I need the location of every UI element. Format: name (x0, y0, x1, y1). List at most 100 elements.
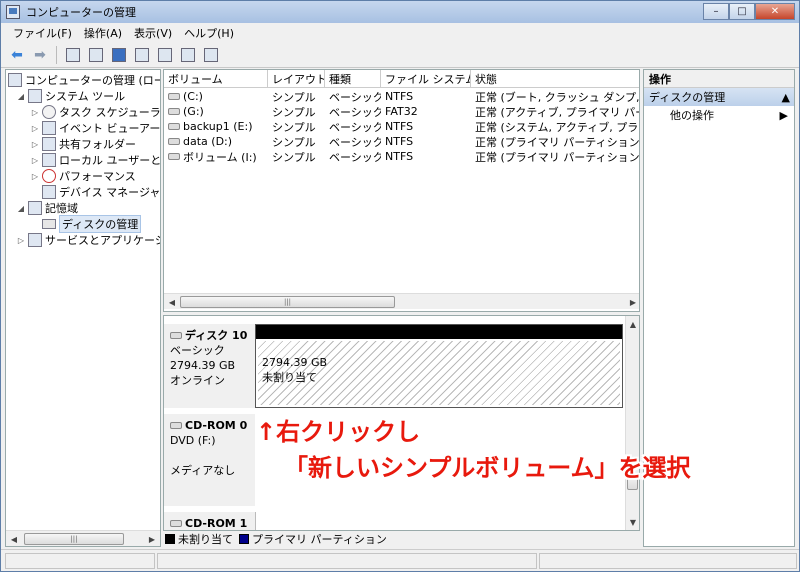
disk-name: ディスク 10 (185, 329, 248, 342)
forward-arrow-icon: ➡ (34, 46, 46, 63)
back-button[interactable]: ⬅ (7, 45, 27, 65)
table-row[interactable]: ボリューム (I:) シンプル ベーシック NTFS 正常 (プライマリ パーテ… (164, 149, 639, 164)
tree-item-storage[interactable]: ◢ 記憶域 (16, 200, 78, 216)
help-icon (112, 47, 126, 62)
toolbar: ⬅ ➡ (1, 42, 799, 68)
tree-item-services[interactable]: ▷ サービスとアプリケーショ (16, 232, 160, 248)
table-row[interactable]: data (D:) シンプル ベーシック NTFS 正常 (プライマリ パーティ… (164, 134, 640, 149)
cell-filesystem: NTFS (385, 120, 414, 133)
tree-item-device-manager[interactable]: デバイス マネージャー (42, 184, 160, 200)
cell-volume: ボリューム (I:) (183, 150, 257, 164)
actions-header: 操作 (644, 70, 794, 88)
volume-icon (168, 138, 180, 145)
tree-item-root[interactable]: コンピューターの管理 (ローカ (8, 72, 160, 88)
scroll-right-icon[interactable]: ▶ (144, 531, 160, 546)
menu-help[interactable]: ヘルプ(H) (178, 25, 240, 41)
performance-icon (42, 169, 56, 183)
expand-arrow-icon[interactable]: ▷ (30, 108, 40, 117)
tree-item-shared-folders[interactable]: ▷ 共有フォルダー (30, 136, 136, 152)
menu-bar: ファイル(F) 操作(A) 表示(V) ヘルプ(H) (1, 23, 799, 42)
table-row[interactable]: backup1 (E:) シンプル ベーシック NTFS 正常 (システム, ア… (164, 119, 639, 134)
disk-view-vertical-scrollbar[interactable]: ▲ ▼ (625, 316, 639, 530)
disk-10-info[interactable]: ディスク 10 ベーシック 2794.39 GB オンライン (164, 324, 256, 408)
collapse-up-icon[interactable]: ▲ (782, 91, 790, 104)
tree-item-event-viewer[interactable]: ▷ イベント ビューアー (30, 120, 160, 136)
scroll-thumb[interactable]: ||| (24, 533, 124, 545)
annotation-right-click: ↑右クリックし (256, 418, 421, 446)
cell-layout: シンプル (272, 135, 316, 149)
tools-icon (28, 89, 42, 103)
menu-action[interactable]: 操作(A) (78, 25, 128, 41)
show-tree-button[interactable] (86, 45, 106, 65)
cell-status: 正常 (システム, アクティブ, プライマ (475, 120, 639, 134)
cdrom-drive: DVD (F:) (170, 434, 216, 447)
maximize-button[interactable]: □ (729, 3, 755, 20)
collapse-arrow-icon[interactable]: ◢ (16, 204, 26, 213)
table-row[interactable]: (C:) シンプル ベーシック NTFS 正常 (ブート, クラッシュ ダンプ,… (164, 89, 640, 104)
volume-icon (168, 123, 180, 130)
menu-view[interactable]: 表示(V) (128, 25, 178, 41)
column-header-filesystem[interactable]: ファイル システム (381, 70, 471, 88)
expand-arrow-icon[interactable]: ▷ (16, 236, 26, 245)
status-section (5, 553, 155, 569)
help-button[interactable] (109, 45, 129, 65)
refresh-button[interactable] (201, 45, 221, 65)
tree-item-disk-management[interactable]: ディスクの管理 (42, 215, 142, 233)
scroll-right-icon[interactable]: ▶ (625, 294, 639, 310)
scroll-thumb[interactable]: ||| (180, 296, 395, 308)
up-folder-button[interactable] (63, 45, 83, 65)
event-viewer-icon (42, 121, 56, 135)
export-button[interactable] (178, 45, 198, 65)
tree-item-system-tools[interactable]: ◢ システム ツール (16, 88, 125, 104)
expand-arrow-icon[interactable]: ▷ (30, 140, 40, 149)
volume-list-header: ボリューム レイアウト 種類 ファイル システム 状態 (164, 70, 639, 88)
clock-icon (42, 105, 56, 119)
actions-section-disk-management[interactable]: ディスクの管理 ▲ (644, 88, 794, 106)
expand-arrow-icon[interactable]: ▷ (30, 172, 40, 181)
disk-icon (170, 332, 182, 339)
cell-status: 正常 (プライマリ パーティション) (475, 135, 640, 149)
expand-arrow-icon[interactable]: ▷ (30, 124, 40, 133)
cell-type: ベーシック (329, 150, 381, 164)
cdrom-1-info[interactable]: CD-ROM 1 (164, 512, 256, 530)
tree-horizontal-scrollbar[interactable]: ◀ ||| ▶ (6, 530, 160, 546)
scroll-down-icon[interactable]: ▼ (625, 514, 639, 530)
column-header-volume[interactable]: ボリューム (164, 70, 268, 88)
scroll-left-icon[interactable]: ◀ (6, 531, 22, 546)
unallocated-partition[interactable]: 2794.39 GB 未割り当て (255, 324, 623, 408)
tree-label: イベント ビューアー (59, 122, 161, 135)
properties-button[interactable] (155, 45, 175, 65)
partition-label: 未割り当て (262, 371, 317, 384)
expand-arrow-icon[interactable]: ▷ (30, 156, 40, 165)
refresh-icon (204, 47, 218, 62)
volume-list: ボリューム レイアウト 種類 ファイル システム 状態 (C:) シンプル ベー… (163, 69, 640, 312)
volume-list-horizontal-scrollbar[interactable]: ◀ ||| ▶ (164, 293, 639, 310)
menu-file[interactable]: ファイル(F) (7, 25, 78, 41)
disk-status: オンライン (170, 374, 225, 387)
column-header-type[interactable]: 種類 (325, 70, 381, 88)
tree-item-task-scheduler[interactable]: ▷ タスク スケジューラ (30, 104, 160, 120)
partition-body[interactable]: 2794.39 GB 未割り当て (258, 341, 620, 405)
title-bar[interactable]: コンピューターの管理 – □ ✕ (1, 1, 799, 23)
cdrom-icon (170, 520, 182, 527)
close-button[interactable]: ✕ (755, 3, 795, 20)
volume-icon (168, 108, 180, 115)
column-header-status[interactable]: 状態 (471, 70, 639, 88)
scroll-left-icon[interactable]: ◀ (164, 294, 180, 310)
properties-icon (158, 47, 172, 62)
primary-partition-swatch (239, 534, 249, 544)
column-header-layout[interactable]: レイアウト (268, 70, 325, 88)
table-row[interactable]: (G:) シンプル ベーシック FAT32 正常 (アクティブ, プライマリ パ… (164, 104, 639, 119)
scroll-up-icon[interactable]: ▲ (625, 316, 639, 332)
cell-status: 正常 (ブート, クラッシュ ダンプ, プラ (475, 90, 640, 104)
annotation-select-new-simple-volume: 「新しいシンプルボリューム」を選択 (284, 454, 691, 482)
other-actions-item[interactable]: 他の操作 ▶ (644, 106, 794, 124)
show-action-pane-button[interactable] (132, 45, 152, 65)
cdrom-0-info[interactable]: CD-ROM 0 DVD (F:) メディアなし (164, 414, 256, 506)
collapse-arrow-icon[interactable]: ◢ (16, 92, 26, 101)
tree-item-performance[interactable]: ▷ パフォーマンス (30, 168, 136, 184)
tree-item-local-users[interactable]: ▷ ローカル ユーザーとグ (30, 152, 160, 168)
minimize-button[interactable]: – (703, 3, 729, 20)
cell-layout: シンプル (272, 90, 316, 104)
forward-button[interactable]: ➡ (30, 45, 50, 65)
